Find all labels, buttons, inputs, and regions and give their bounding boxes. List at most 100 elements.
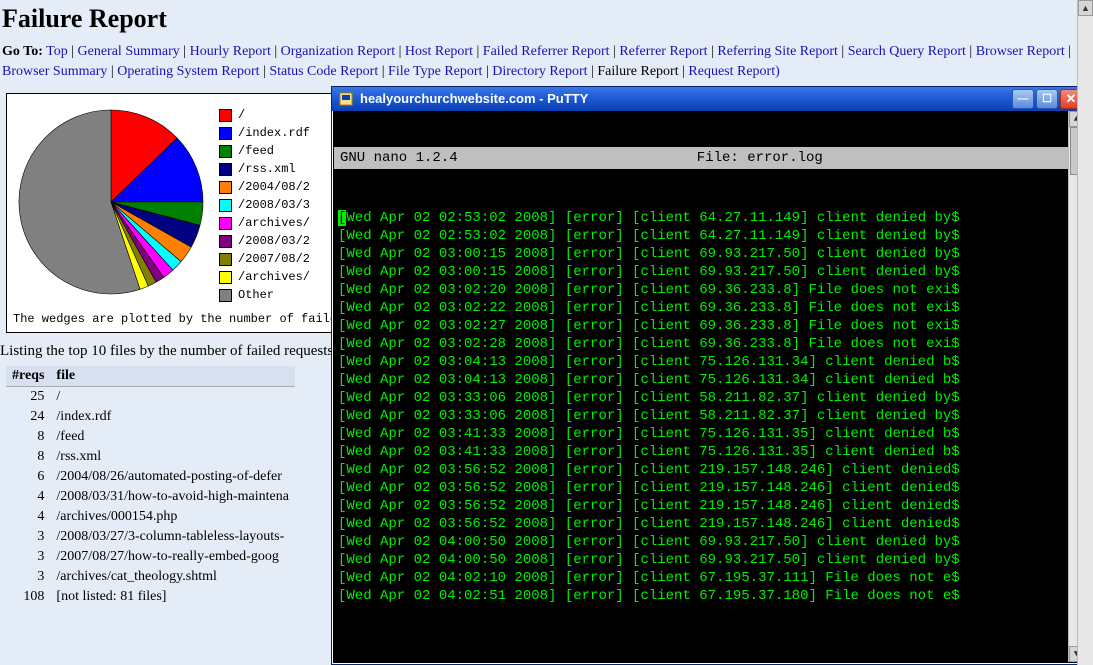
log-line: [Wed Apr 02 03:33:06 2008] [error] [clie… xyxy=(338,389,1064,407)
table-row: 8/rss.xml xyxy=(6,447,295,467)
nav-link[interactable]: General Summary xyxy=(78,44,180,59)
terminal[interactable]: GNU nano 1.2.4 File: error.log [Wed Apr … xyxy=(334,111,1068,662)
legend-swatch xyxy=(219,127,232,140)
nav-link[interactable]: Request Report) xyxy=(688,64,779,79)
nano-file: File: error.log xyxy=(697,149,823,167)
nav-link[interactable]: Referring Site Report xyxy=(717,44,838,59)
putty-window[interactable]: healyourchurchwebsite.com - PuTTY — ☐ ✕ … xyxy=(331,86,1087,665)
cell-reqs: 24 xyxy=(6,407,50,427)
legend-item: /rss.xml xyxy=(219,160,310,178)
page-scrollbar[interactable]: ▲ xyxy=(1077,0,1093,665)
legend-item: /2007/08/2 xyxy=(219,250,310,268)
table-row: 8/feed xyxy=(6,427,295,447)
nav-prefix: Go To: xyxy=(2,44,43,59)
cell-file: /rss.xml xyxy=(50,447,295,467)
cell-reqs: 3 xyxy=(6,527,50,547)
log-line: [Wed Apr 02 04:02:10 2008] [error] [clie… xyxy=(338,569,1064,587)
nav-link[interactable]: Status Code Report xyxy=(269,64,378,79)
log-line: [Wed Apr 02 03:02:27 2008] [error] [clie… xyxy=(338,317,1064,335)
nav-link[interactable]: Referrer Report xyxy=(619,44,707,59)
nav-link[interactable]: Failed Referrer Report xyxy=(483,44,610,59)
log-line: [Wed Apr 02 03:02:20 2008] [error] [clie… xyxy=(338,281,1064,299)
legend-item: /2008/03/2 xyxy=(219,232,310,250)
legend-label: /2004/08/2 xyxy=(238,178,310,196)
cell-file: /feed xyxy=(50,427,295,447)
legend-swatch xyxy=(219,289,232,302)
nav-link[interactable]: Organization Report xyxy=(281,44,395,59)
legend-label: /rss.xml xyxy=(238,160,296,178)
cell-reqs: 4 xyxy=(6,507,50,527)
table-row: 6/2004/08/26/automated-posting-of-defer xyxy=(6,467,295,487)
nav-breadcrumb: Go To: Top | General Summary | Hourly Re… xyxy=(0,42,1093,89)
minimize-button[interactable]: — xyxy=(1012,89,1034,109)
table-row: 24/index.rdf xyxy=(6,407,295,427)
nav-current: Failure Report xyxy=(597,64,678,79)
scroll-up-icon[interactable]: ▲ xyxy=(1078,0,1093,16)
cell-reqs: 8 xyxy=(6,447,50,467)
legend-item: /index.rdf xyxy=(219,124,310,142)
legend-item: /archives/ xyxy=(219,268,310,286)
table-row: 25/ xyxy=(6,387,295,408)
nav-link[interactable]: Top xyxy=(46,44,68,59)
table-row: 4/archives/000154.php xyxy=(6,507,295,527)
titlebar[interactable]: healyourchurchwebsite.com - PuTTY — ☐ ✕ xyxy=(332,87,1086,111)
legend-swatch xyxy=(219,145,232,158)
window-title: healyourchurchwebsite.com - PuTTY xyxy=(360,90,1010,108)
table-row: 108[not listed: 81 files] xyxy=(6,587,295,607)
log-line: [Wed Apr 02 03:02:28 2008] [error] [clie… xyxy=(338,335,1064,353)
cell-reqs: 4 xyxy=(6,487,50,507)
cell-reqs: 8 xyxy=(6,427,50,447)
legend-swatch xyxy=(219,217,232,230)
nav-link[interactable]: Browser Summary xyxy=(2,64,107,79)
col-reqs: #reqs xyxy=(6,366,50,387)
table-row: 3/archives/cat_theology.shtml xyxy=(6,567,295,587)
legend-label: Other xyxy=(238,286,274,304)
legend-item: Other xyxy=(219,286,310,304)
cell-reqs: 3 xyxy=(6,567,50,587)
legend-swatch xyxy=(219,253,232,266)
legend-label: /index.rdf xyxy=(238,124,310,142)
legend-swatch xyxy=(219,109,232,122)
table-row: 3/2008/03/27/3-column-tableless-layouts- xyxy=(6,527,295,547)
cell-file: /2007/08/27/how-to-really-embed-goog xyxy=(50,547,295,567)
cell-file: /2008/03/31/how-to-avoid-high-maintena xyxy=(50,487,295,507)
log-line: [Wed Apr 02 03:04:13 2008] [error] [clie… xyxy=(338,353,1064,371)
nav-link[interactable]: Browser Report xyxy=(976,44,1065,59)
page-title: Failure Report xyxy=(0,0,1093,42)
legend-label: /2008/03/3 xyxy=(238,196,310,214)
legend-swatch xyxy=(219,235,232,248)
log-line: [Wed Apr 02 03:00:15 2008] [error] [clie… xyxy=(338,245,1064,263)
log-line: [Wed Apr 02 03:56:52 2008] [error] [clie… xyxy=(338,479,1064,497)
log-line: [Wed Apr 02 04:00:50 2008] [error] [clie… xyxy=(338,551,1064,569)
cell-reqs: 6 xyxy=(6,467,50,487)
nav-link[interactable]: Search Query Report xyxy=(848,44,966,59)
putty-icon xyxy=(338,91,354,107)
cell-file: /archives/cat_theology.shtml xyxy=(50,567,295,587)
log-line: [Wed Apr 02 03:04:13 2008] [error] [clie… xyxy=(338,371,1064,389)
legend-label: /archives/ xyxy=(238,214,310,232)
log-line: [Wed Apr 02 04:00:50 2008] [error] [clie… xyxy=(338,533,1064,551)
log-line: [Wed Apr 02 03:56:52 2008] [error] [clie… xyxy=(338,497,1064,515)
maximize-button[interactable]: ☐ xyxy=(1036,89,1058,109)
log-line: [Wed Apr 02 03:41:33 2008] [error] [clie… xyxy=(338,443,1064,461)
log-line: [Wed Apr 02 02:53:02 2008] [error] [clie… xyxy=(338,209,1064,227)
legend-item: /feed xyxy=(219,142,310,160)
nav-link[interactable]: File Type Report xyxy=(388,64,482,79)
cell-file: /2004/08/26/automated-posting-of-defer xyxy=(50,467,295,487)
nav-link[interactable]: Directory Report xyxy=(492,64,587,79)
cell-reqs: 25 xyxy=(6,387,50,408)
log-line: [Wed Apr 02 04:02:51 2008] [error] [clie… xyxy=(338,587,1064,605)
cell-reqs: 3 xyxy=(6,547,50,567)
nav-link[interactable]: Hourly Report xyxy=(190,44,271,59)
legend-label: / xyxy=(238,106,245,124)
legend-label: /2008/03/2 xyxy=(238,232,310,250)
nav-link[interactable]: Host Report xyxy=(405,44,473,59)
log-line: [Wed Apr 02 02:53:02 2008] [error] [clie… xyxy=(338,227,1064,245)
legend-item: /2004/08/2 xyxy=(219,178,310,196)
nav-link[interactable]: Operating System Report xyxy=(117,64,259,79)
nano-version: GNU nano 1.2.4 xyxy=(340,149,458,167)
failure-table: #reqs file 25/24/index.rdf8/feed8/rss.xm… xyxy=(6,366,295,607)
log-line: [Wed Apr 02 03:00:15 2008] [error] [clie… xyxy=(338,263,1064,281)
cursor: [ xyxy=(338,210,346,226)
legend-item: /archives/ xyxy=(219,214,310,232)
